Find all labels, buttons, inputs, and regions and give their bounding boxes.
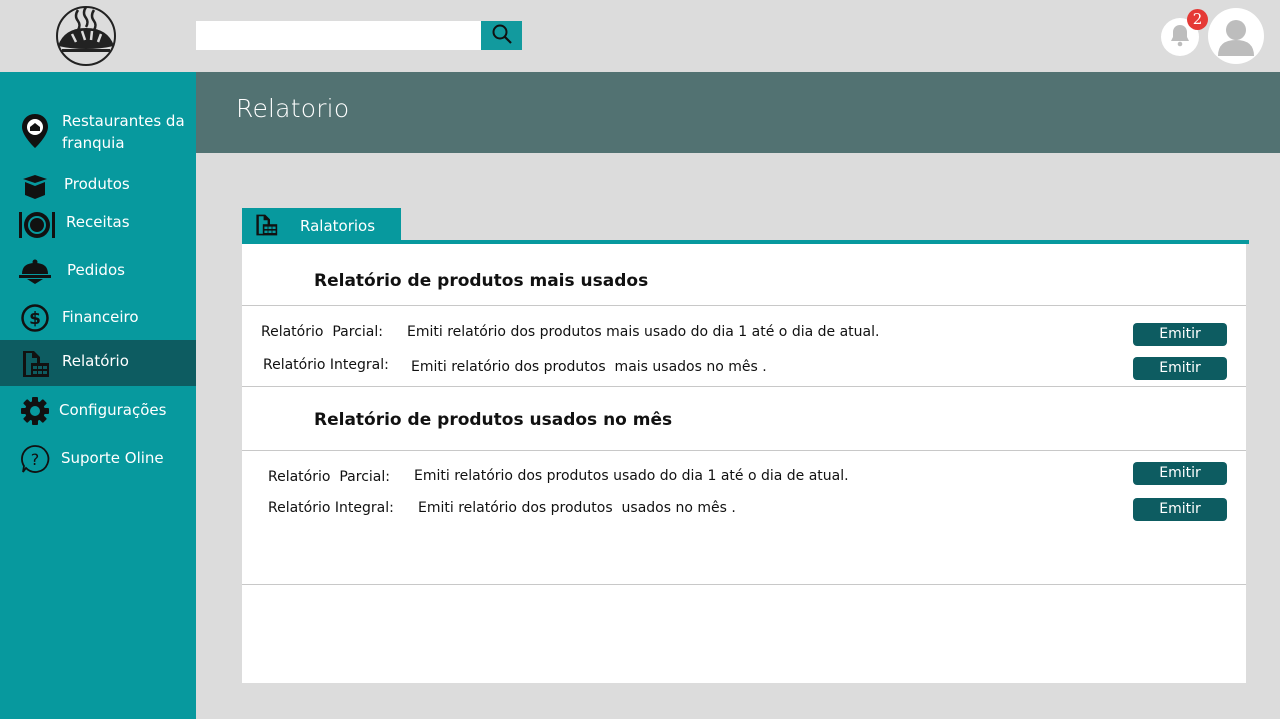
divider [242, 305, 1246, 306]
sidebar-item-suporte[interactable]: ? Suporte Oline [0, 443, 196, 475]
sidebar-item-label: franquia [62, 134, 125, 152]
bakery-bread-logo[interactable] [54, 4, 118, 66]
notification-count-badge: 2 [1187, 9, 1208, 30]
search-icon [491, 23, 513, 48]
sidebar-item-label: Produtos [64, 175, 130, 193]
search-input[interactable] [196, 21, 481, 50]
help-icon: ? [20, 444, 50, 474]
store-location-icon [20, 114, 50, 148]
divider [242, 386, 1246, 387]
page-title: Relatorio [236, 94, 350, 123]
user-avatar[interactable] [1208, 8, 1264, 64]
svg-text:?: ? [31, 450, 40, 469]
report-row-description: Emiti relatório dos produtos mais usado … [407, 324, 880, 340]
sidebar-item-pedidos[interactable]: Pedidos [0, 256, 196, 286]
section-title: Relatório de produtos usados no mês [314, 410, 673, 430]
search-button[interactable] [481, 21, 522, 50]
report-row-description: Emiti relatório dos produtos usado do di… [414, 468, 849, 484]
emit-button[interactable]: Emitir [1133, 323, 1227, 346]
sidebar-item-label: Relatório [62, 352, 129, 370]
sidebar-item-restaurantes[interactable]: Restaurantes da franquia [0, 110, 196, 158]
sidebar-item-label: Receitas [66, 213, 130, 231]
sidebar-item-label: Pedidos [67, 261, 125, 279]
sidebar-item-configuracoes[interactable]: Configurações [0, 395, 196, 427]
report-row-label: Relatório Integral: [268, 500, 394, 516]
report-icon [20, 349, 50, 379]
dollar-coin-icon: $ [20, 303, 50, 333]
report-row-description: Emiti relatório dos produtos mais usados… [411, 359, 767, 375]
divider [242, 584, 1246, 585]
reports-panel [242, 244, 1246, 683]
tab-label: Ralatorios [300, 217, 376, 235]
sidebar-item-label: Financeiro [62, 308, 139, 326]
report-row-label: Relatório Parcial: [268, 469, 390, 485]
sidebar-item-label: Restaurantes da [62, 112, 185, 130]
bell-icon [1168, 23, 1192, 51]
section-title: Relatório de produtos mais usados [314, 271, 649, 291]
emit-button[interactable]: Emitir [1133, 357, 1227, 380]
sidebar-item-label: Configurações [59, 401, 167, 419]
report-row-label: Relatório Integral: [263, 357, 389, 373]
report-row-label: Relatório Parcial: [261, 324, 383, 340]
emit-button[interactable]: Emitir [1133, 462, 1227, 485]
emit-button[interactable]: Emitir [1133, 498, 1227, 521]
svg-text:$: $ [29, 309, 41, 329]
page-header [196, 72, 1280, 153]
tab-relatorios[interactable]: Ralatorios [242, 208, 401, 242]
sidebar-item-relatorio[interactable]: Relatório [0, 340, 196, 386]
divider [242, 450, 1246, 451]
box-icon [20, 172, 50, 202]
cloche-icon [18, 256, 52, 286]
top-bar: 2 [0, 0, 1280, 72]
sidebar-item-financeiro[interactable]: $ Financeiro [0, 302, 196, 334]
gear-icon [20, 396, 50, 426]
report-row-description: Emiti relatório dos produtos usados no m… [418, 500, 736, 516]
user-avatar-icon [1208, 20, 1264, 64]
sidebar-item-receitas[interactable]: Receitas [0, 208, 196, 242]
sidebar-item-label: Suporte Oline [61, 449, 164, 467]
report-icon [254, 213, 278, 237]
sidebar-item-produtos[interactable]: Produtos [0, 172, 196, 200]
plate-cutlery-icon [18, 210, 56, 240]
